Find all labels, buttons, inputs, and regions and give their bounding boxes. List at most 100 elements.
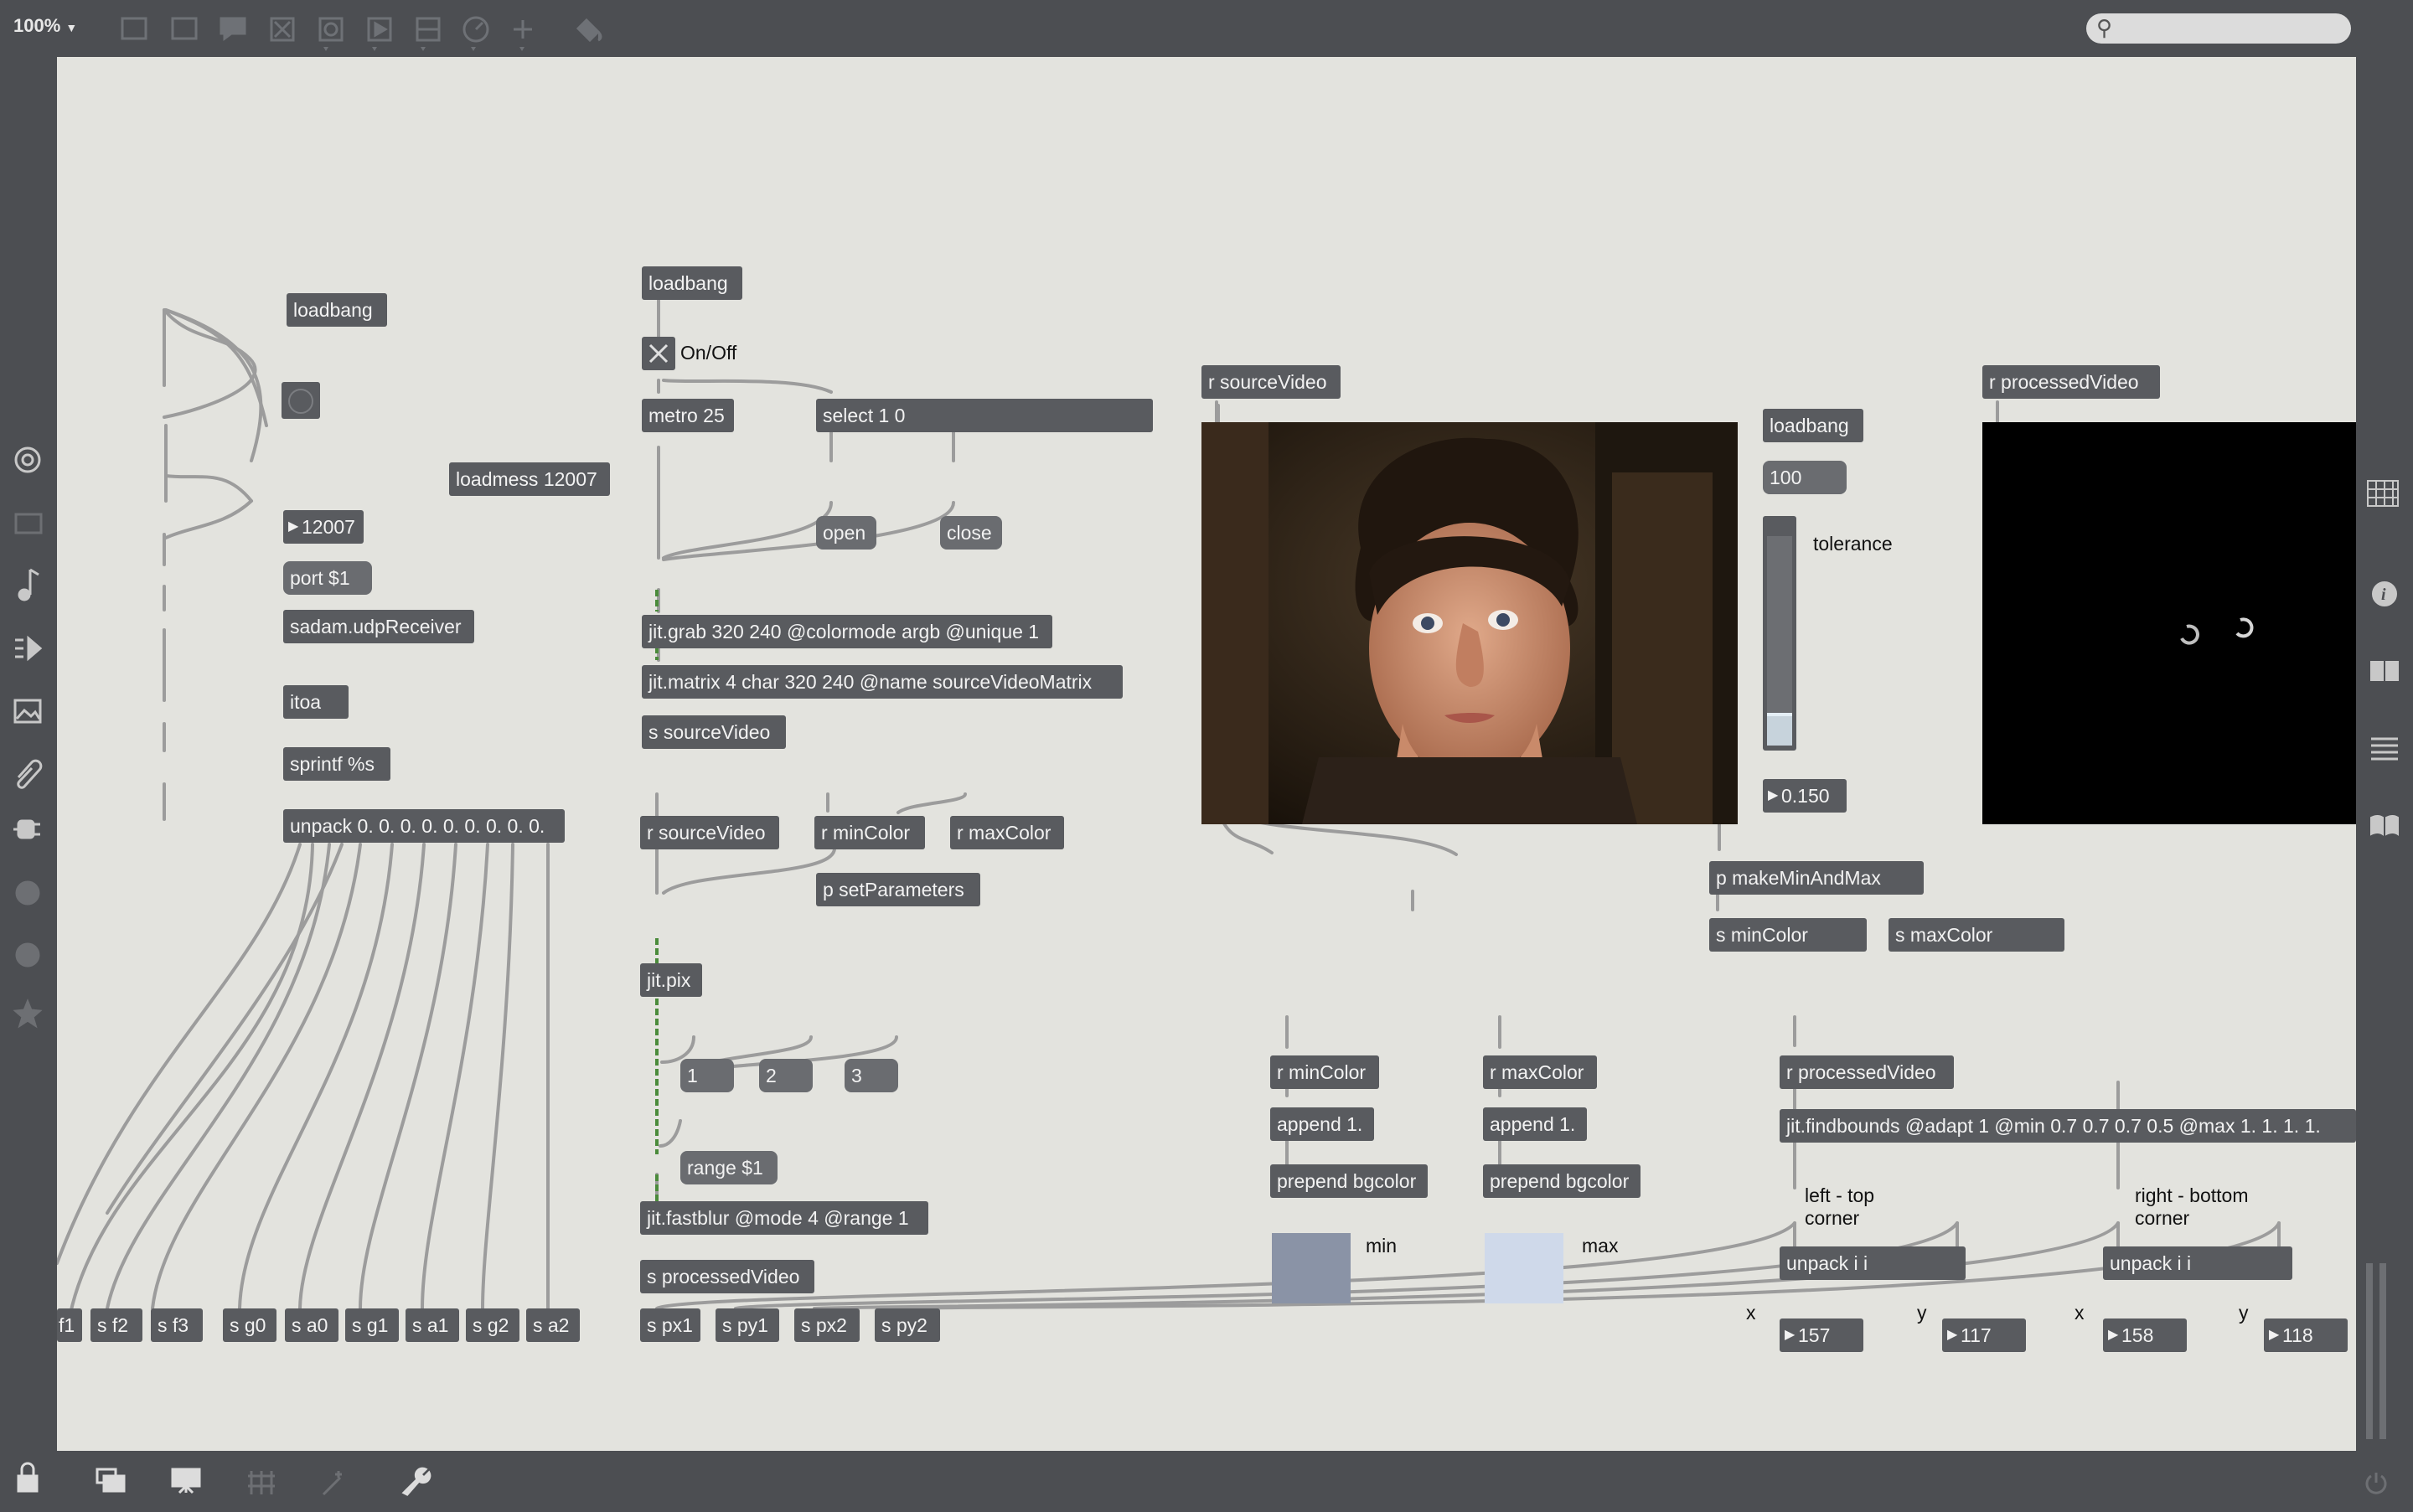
jit-fastblur-object[interactable]: jit.fastblur @mode 4 @range 1: [640, 1201, 928, 1235]
info-icon: i: [2372, 581, 2397, 606]
receive-processed-video-view[interactable]: r processedVideo: [1982, 365, 2160, 399]
max-label: max: [1582, 1235, 1619, 1257]
send-f1[interactable]: f1: [57, 1308, 82, 1342]
send-f3[interactable]: s f3: [151, 1308, 203, 1342]
send-a0[interactable]: s a0: [285, 1308, 338, 1342]
tolerance-message[interactable]: 100: [1763, 461, 1847, 494]
prepend-min-object[interactable]: prepend bgcolor: [1270, 1164, 1428, 1198]
send-f2[interactable]: s f2: [90, 1308, 142, 1342]
x2-label: x: [2075, 1302, 2085, 1324]
send-g2[interactable]: s g2: [466, 1308, 519, 1342]
processed-video-window: [1982, 422, 2356, 824]
y1-label: y: [1917, 1302, 1927, 1324]
unpack-left-top-object[interactable]: unpack i i: [1780, 1246, 1966, 1280]
tolerance-float-box[interactable]: ▶ 0.150: [1763, 779, 1847, 813]
receive-source-video-view[interactable]: r sourceVideo: [1201, 365, 1341, 399]
jit-findbounds-object[interactable]: jit.findbounds @adapt 1 @min 0.7 0.7 0.7…: [1780, 1109, 2356, 1143]
close-message[interactable]: close: [940, 516, 1002, 550]
tolerance-slider[interactable]: [1763, 516, 1796, 751]
min-color-panel: [1272, 1233, 1351, 1303]
send-a1[interactable]: s a1: [406, 1308, 459, 1342]
image-icon: [13, 699, 42, 724]
send-py2[interactable]: s py2: [875, 1308, 940, 1342]
loadmess-object[interactable]: loadmess 12007: [449, 462, 610, 496]
grid-toggle-icon: [248, 1471, 275, 1494]
right-sidebar-icons: i: [2366, 480, 2399, 1439]
reference-icon: [2370, 815, 2399, 836]
port-message[interactable]: port $1: [283, 561, 372, 595]
grab-loadbang-object[interactable]: loadbang: [642, 266, 742, 300]
select-object[interactable]: select 1 0: [816, 399, 1153, 432]
list-icon: [2371, 737, 2398, 761]
vimeo-icon: [15, 880, 40, 906]
blur-message-2[interactable]: 2: [759, 1059, 813, 1092]
receive-min-color[interactable]: r minColor: [814, 816, 925, 849]
unpack-floats-object[interactable]: unpack 0. 0. 0. 0. 0. 0. 0. 0. 0.: [283, 809, 565, 843]
search-input[interactable]: ⚲: [2086, 13, 2351, 44]
top-toolbar: 100% ▼ ⚲: [0, 0, 2413, 57]
receive-processed-video-bounds[interactable]: r processedVideo: [1780, 1055, 1954, 1089]
zoom-level[interactable]: 100% ▼: [13, 15, 77, 37]
port-number-box[interactable]: ▶ 12007: [283, 510, 364, 544]
receive-source-video[interactable]: r sourceVideo: [640, 816, 779, 849]
send-py1[interactable]: s py1: [716, 1308, 779, 1342]
monitor-icon: [14, 513, 43, 534]
range-message[interactable]: range $1: [680, 1151, 778, 1184]
send-g1[interactable]: s g1: [345, 1308, 399, 1342]
open-message[interactable]: open: [816, 516, 876, 550]
presentation-icon: [171, 1468, 201, 1494]
send-processed-video[interactable]: s processedVideo: [640, 1260, 814, 1293]
bottom-toolbar: [0, 1451, 2413, 1508]
jit-pix-object[interactable]: jit.pix: [640, 963, 702, 997]
processed-blobs-image: [2180, 617, 2254, 645]
book-open-icon: [2370, 661, 2399, 681]
send-px2[interactable]: s px2: [794, 1308, 860, 1342]
y1-value: 117: [1961, 1324, 1992, 1346]
receive-min-color-display[interactable]: r minColor: [1270, 1055, 1379, 1089]
y2-number-box[interactable]: ▶ 118: [2264, 1318, 2348, 1352]
itoa-object[interactable]: itoa: [283, 685, 349, 719]
send-a2[interactable]: s a2: [526, 1308, 580, 1342]
grid-icon: [2367, 480, 2399, 507]
tolerance-loadbang-object[interactable]: loadbang: [1763, 409, 1863, 442]
receive-max-color[interactable]: r maxColor: [950, 816, 1064, 849]
receive-max-color-display[interactable]: r maxColor: [1483, 1055, 1597, 1089]
plug-icon: [13, 819, 40, 839]
udp-receiver-object[interactable]: sadam.udpReceiver: [283, 610, 474, 643]
set-parameters-subpatch[interactable]: p setParameters: [816, 873, 980, 906]
bang-button[interactable]: [282, 382, 320, 419]
paperclip-icon: [17, 759, 43, 789]
slider-fill: [1767, 714, 1792, 746]
prepend-max-object[interactable]: prepend bgcolor: [1483, 1164, 1641, 1198]
metro-object[interactable]: metro 25: [642, 399, 734, 432]
unpack-right-bottom-object[interactable]: unpack i i: [2103, 1246, 2292, 1280]
send-min-color[interactable]: s minColor: [1709, 918, 1867, 952]
svg-text:i: i: [2381, 586, 2386, 604]
windows-icon: [96, 1468, 126, 1493]
make-min-max-subpatch[interactable]: p makeMinAndMax: [1709, 861, 1924, 895]
jit-grab-object[interactable]: jit.grab 320 240 @colormode argb @unique…: [642, 615, 1052, 648]
sprintf-object[interactable]: sprintf %s: [283, 747, 390, 781]
send-px1[interactable]: s px1: [640, 1308, 700, 1342]
y1-number-box[interactable]: ▶ 117: [1942, 1318, 2026, 1352]
search-icon: ⚲: [2096, 15, 2113, 40]
append-max-object[interactable]: append 1.: [1483, 1107, 1587, 1141]
send-source-video[interactable]: s sourceVideo: [642, 715, 786, 749]
send-g0[interactable]: s g0: [223, 1308, 276, 1342]
wrench-icon: [401, 1467, 431, 1496]
on-off-toggle[interactable]: [642, 337, 675, 370]
x2-number-box[interactable]: ▶ 158: [2103, 1318, 2187, 1352]
toggle-x-icon: [648, 343, 669, 364]
x2-value: 158: [2121, 1324, 2154, 1346]
slider-knob[interactable]: [1767, 712, 1792, 716]
x1-number-box[interactable]: ▶ 157: [1780, 1318, 1863, 1352]
blur-message-3[interactable]: 3: [845, 1059, 898, 1092]
power-icon: [2365, 1473, 2387, 1494]
chevron-down-icon: ▼: [65, 21, 78, 34]
loadbang-object[interactable]: loadbang: [287, 293, 387, 327]
send-max-color[interactable]: s maxColor: [1889, 918, 2064, 952]
blur-message-1[interactable]: 1: [680, 1059, 734, 1092]
jit-matrix-object[interactable]: jit.matrix 4 char 320 240 @name sourceVi…: [642, 665, 1123, 699]
append-min-object[interactable]: append 1.: [1270, 1107, 1374, 1141]
patcher-canvas[interactable]: loadbang loadmess 12007 ▶ 12007 port $1 …: [57, 57, 2356, 1451]
